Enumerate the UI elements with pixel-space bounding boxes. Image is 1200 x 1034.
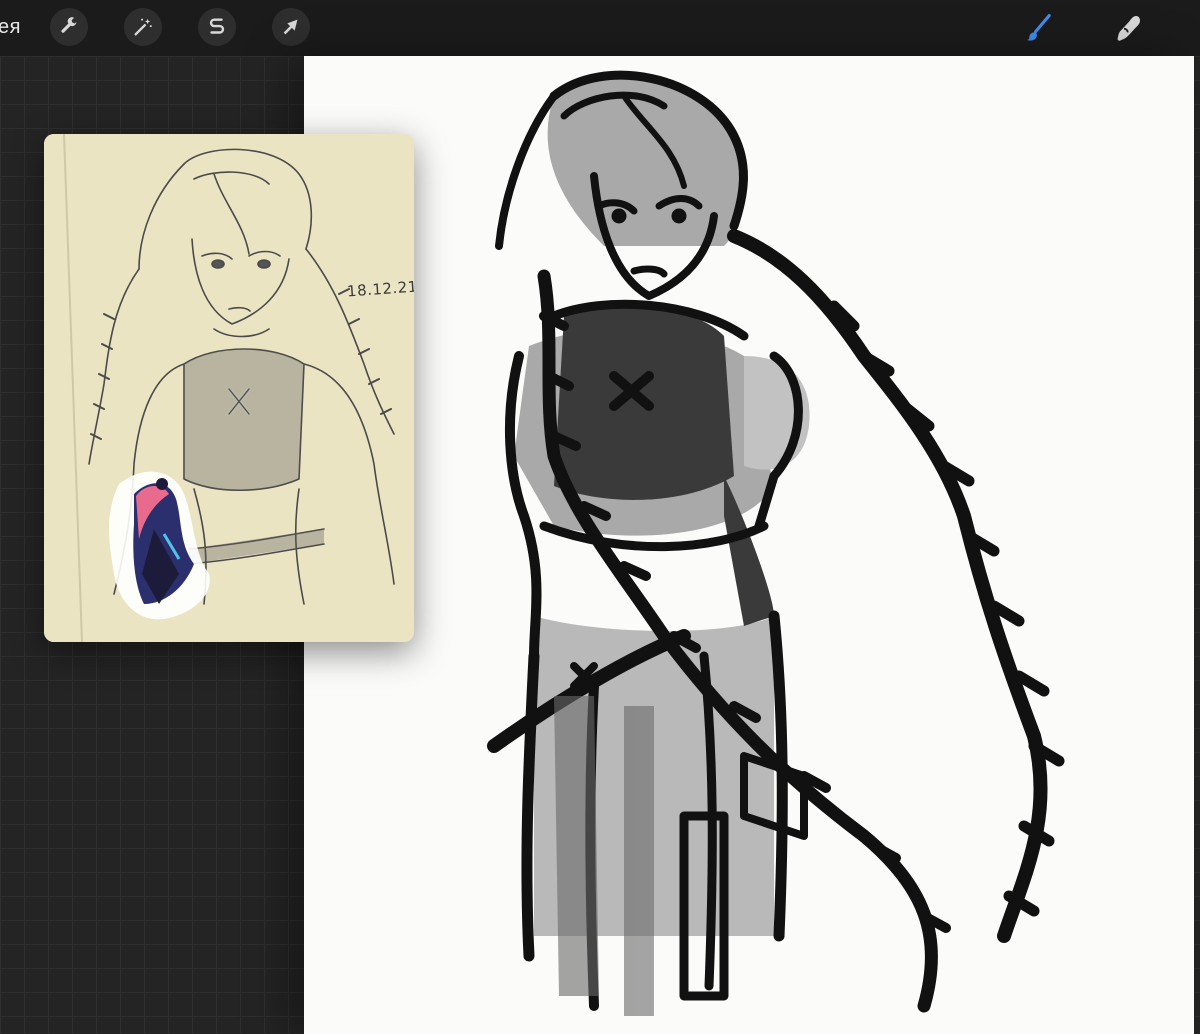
wrench-icon[interactable] [50,8,88,46]
gallery-link[interactable]: ея [0,16,21,39]
selection-s-icon[interactable] [198,8,236,46]
smudge-finger-icon[interactable] [1110,10,1146,46]
arrow-cursor-icon[interactable] [272,8,310,46]
magic-wand-glyph [134,18,152,36]
wrench-glyph [61,17,77,33]
magic-wand-icon[interactable] [124,8,162,46]
smudge-glyph [1117,16,1140,41]
brush-icon[interactable] [1020,10,1056,46]
canvas-artwork [487,70,1065,1016]
drawing-canvas[interactable] [304,56,1194,1034]
reference-sketch [44,134,414,642]
transform-glyph [283,19,298,35]
brush-glyph [1026,14,1051,41]
reference-photo[interactable]: 18.12.21 [44,134,414,642]
selection-glyph [209,18,225,34]
top-toolbar: ея [0,0,1200,57]
